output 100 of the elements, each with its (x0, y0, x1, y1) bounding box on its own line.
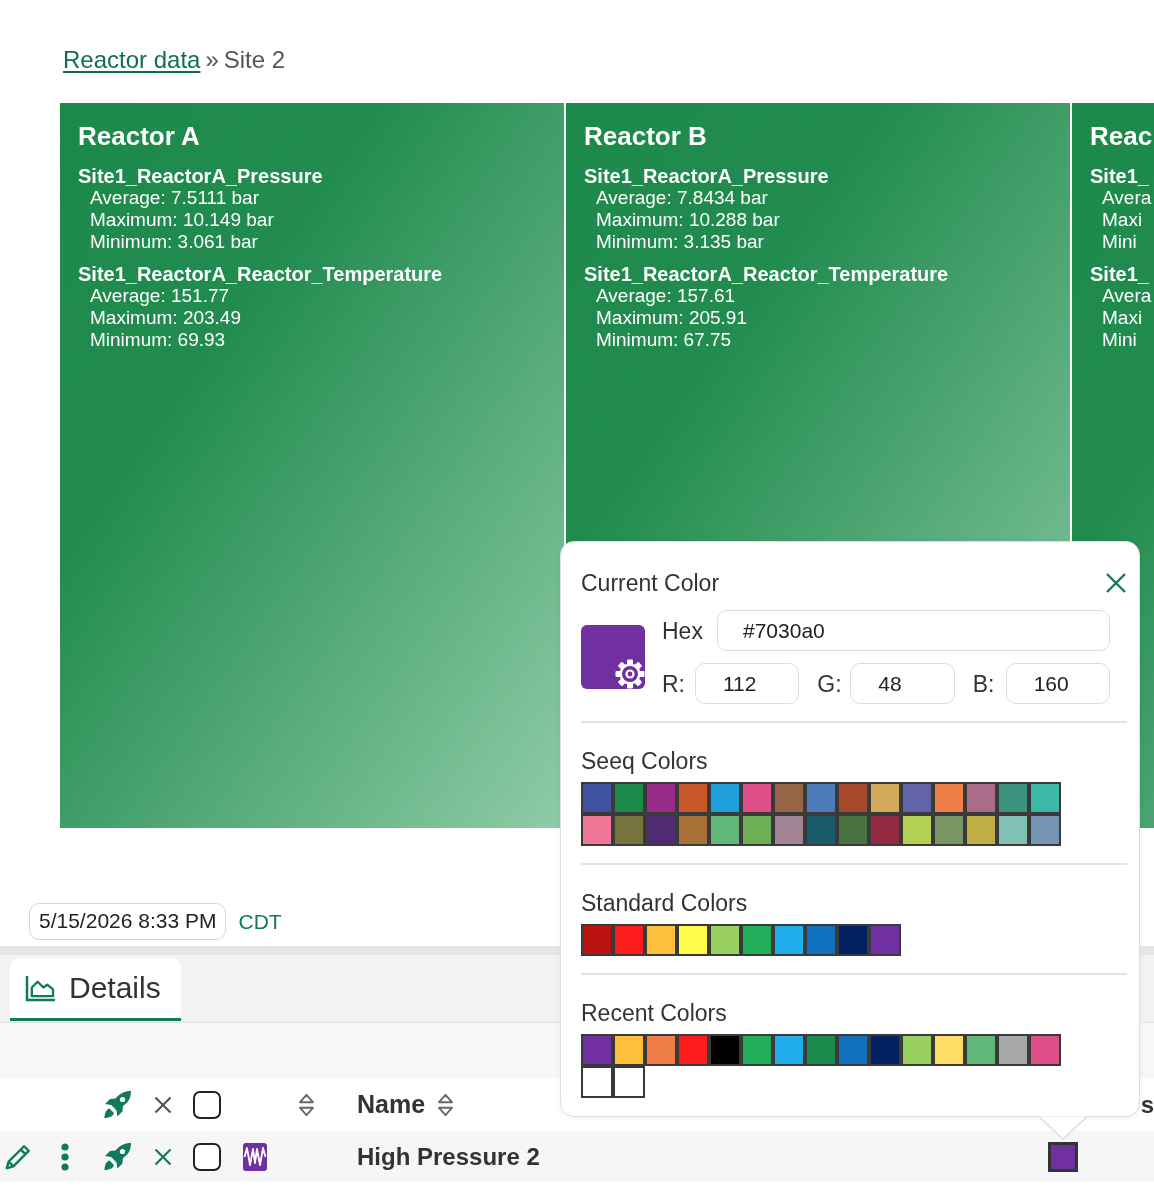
color-swatch[interactable] (709, 814, 741, 846)
close-button[interactable] (1105, 572, 1127, 594)
kebab-menu-icon[interactable] (61, 1142, 69, 1171)
table-row[interactable]: High Pressure 2 (0, 1131, 1154, 1182)
breadcrumb-link[interactable]: Reactor data (63, 45, 201, 75)
tab[interactable]: Details (10, 958, 181, 1021)
color-swatch[interactable] (581, 1066, 613, 1098)
color-swatch[interactable] (741, 1034, 773, 1066)
row-name: High Pressure 2 (357, 1142, 540, 1171)
stat-line: Maximum: 205.91 (596, 307, 747, 329)
color-swatch[interactable] (837, 1034, 869, 1066)
color-swatch[interactable] (805, 924, 837, 956)
color-swatch[interactable] (709, 924, 741, 956)
color-swatch[interactable] (805, 782, 837, 814)
date-field[interactable]: 5/15/2026 8:33 PM (29, 903, 227, 940)
color-swatch[interactable] (837, 814, 869, 846)
color-swatch[interactable] (997, 814, 1029, 846)
color-swatch[interactable] (901, 814, 933, 846)
pencil-icon[interactable] (4, 1142, 32, 1171)
color-swatch[interactable] (837, 782, 869, 814)
color-swatch[interactable] (613, 782, 645, 814)
color-swatch[interactable] (677, 814, 709, 846)
color-swatch[interactable] (869, 782, 901, 814)
color-swatch[interactable] (677, 782, 709, 814)
rgb-label: B: (972, 669, 996, 698)
rgb-field[interactable]: 160 (1005, 663, 1110, 704)
close-icon[interactable] (153, 1094, 173, 1115)
tile-title: Reactor B (584, 120, 707, 152)
color-swatch[interactable] (613, 1066, 645, 1098)
color-swatch[interactable] (645, 814, 677, 846)
color-swatch[interactable] (933, 1034, 965, 1066)
section-title: Standard Colors (581, 889, 748, 917)
color-swatch[interactable] (933, 814, 965, 846)
color-swatch[interactable] (997, 782, 1029, 814)
color-swatch[interactable] (581, 1034, 613, 1066)
stat-line: Maxi (1102, 307, 1143, 329)
color-swatch[interactable] (581, 782, 613, 814)
color-swatch[interactable] (677, 924, 709, 956)
close-icon (1105, 572, 1127, 594)
color-swatch[interactable] (965, 782, 997, 814)
color-swatch[interactable] (1029, 782, 1061, 814)
color-swatch[interactable] (901, 782, 933, 814)
breadcrumb-current: Site 2 (223, 45, 286, 75)
color-swatch[interactable] (773, 782, 805, 814)
color-swatch[interactable] (741, 814, 773, 846)
rocket-icon[interactable] (101, 1141, 133, 1172)
color-swatch[interactable] (581, 814, 613, 846)
rgb-field[interactable]: 112 (695, 663, 800, 704)
hex-field[interactable]: #7030a0 (717, 610, 1110, 651)
color-swatch[interactable] (645, 782, 677, 814)
color-swatch[interactable] (901, 1034, 933, 1066)
stat-line: Minimum: 3.135 bar (596, 231, 764, 253)
color-swatch[interactable] (773, 814, 805, 846)
stat-line: Maximum: 10.149 bar (90, 209, 274, 231)
color-swatch[interactable] (773, 924, 805, 956)
color-swatch[interactable] (869, 924, 901, 956)
hex-label: Hex (662, 616, 704, 645)
gear-icon[interactable] (615, 659, 645, 689)
color-swatch[interactable] (1048, 1141, 1078, 1172)
color-swatch[interactable] (613, 924, 645, 956)
stat-line: Minimum: 3.061 bar (90, 231, 258, 253)
checkbox[interactable] (193, 1142, 221, 1171)
checkbox[interactable] (193, 1090, 221, 1119)
timezone-link[interactable]: CDT (238, 909, 282, 934)
stat-line: Avera (1102, 187, 1152, 209)
color-swatch[interactable] (837, 924, 869, 956)
sort-icon[interactable] (297, 1092, 315, 1117)
color-swatch[interactable] (645, 1034, 677, 1066)
color-swatch[interactable] (709, 1034, 741, 1066)
color-swatch[interactable] (1029, 814, 1061, 846)
rgb-field[interactable]: 48 (850, 663, 955, 704)
color-swatch[interactable] (1029, 1034, 1061, 1066)
close-icon[interactable] (153, 1146, 173, 1167)
rgb-label: R: (662, 669, 686, 698)
treemap-tile[interactable]: Reactor A Site1_ReactorA_Pressure Average: 7.5111 bar Maximum: 10.149 bar Minimum: 3.061 bar Site1_ReactorA_Reactor_Temperature Average: 151.77 Maximum: 203.49 Minimum: 69.93 (60, 103, 564, 828)
color-swatch[interactable] (805, 1034, 837, 1066)
color-swatch[interactable] (933, 782, 965, 814)
column-header[interactable]: s (1140, 1090, 1154, 1119)
color-swatch[interactable] (965, 1034, 997, 1066)
color-preview[interactable] (581, 625, 645, 689)
color-swatch[interactable] (997, 1034, 1029, 1066)
rocket-icon[interactable] (101, 1089, 133, 1120)
color-swatch[interactable] (677, 1034, 709, 1066)
color-swatch[interactable] (709, 782, 741, 814)
color-swatch[interactable] (741, 924, 773, 956)
series-name: Site1_ReactorA_Reactor_Temperature (78, 263, 443, 285)
color-swatch[interactable] (869, 814, 901, 846)
color-swatch[interactable] (581, 924, 613, 956)
color-swatch[interactable] (965, 814, 997, 846)
color-swatch[interactable] (869, 1034, 901, 1066)
color-swatch[interactable] (613, 1034, 645, 1066)
column-header[interactable]: Name (357, 1090, 455, 1119)
color-swatch[interactable] (613, 814, 645, 846)
sort-icon[interactable] (437, 1092, 455, 1117)
color-swatch[interactable] (805, 814, 837, 846)
area-chart-icon (25, 974, 56, 1002)
color-swatch[interactable] (773, 1034, 805, 1066)
color-swatch[interactable] (741, 782, 773, 814)
color-swatch[interactable] (645, 924, 677, 956)
stat-line: Maximum: 203.49 (90, 307, 241, 329)
